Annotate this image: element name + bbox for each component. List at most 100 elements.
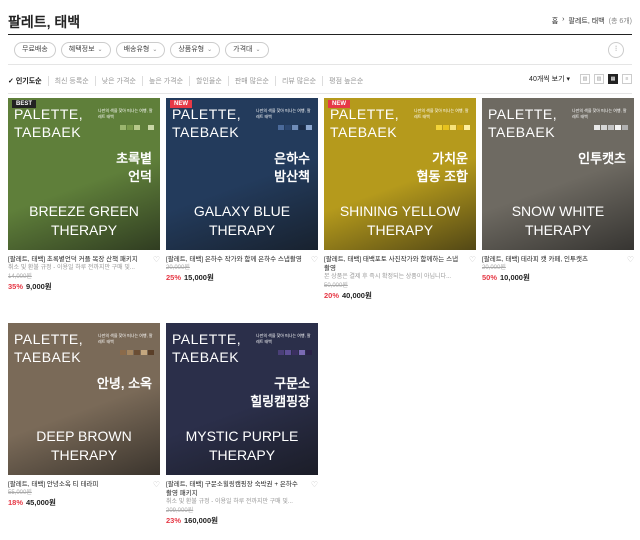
thumbnail-tagline: 나만의 색을 찾아 떠나는 여행, 팔레트 태백 [572,108,627,119]
product-thumbnail[interactable]: PALETTE, TAEBAEK 나만의 색을 찾아 떠나는 여행, 팔레트 태백… [166,323,318,475]
price-value: 45,000원 [26,498,56,507]
product-title[interactable]: [팔레트, 태백] 은하수 작가와 함께 은하수 스냅촬영 [166,255,318,264]
filter-free-shipping[interactable]: 무료배송 [14,42,56,58]
discount-rate: 50% [482,273,498,282]
filter-chips: 무료배송 혜택정보 ⌄ 배송유형 ⌄ 상품유형 ⌄ 가격대 ⌄ [14,42,269,58]
sort-bar: ✓ 인기도순 최신 등록순 낮은 가격순 높은 가격순 할인율순 판매 많은순 … [8,64,632,94]
product-info: [팔레트, 태백] 초록볕언덕 커플 목장 산책 패키지 취소 및 환불 규정 … [8,250,160,292]
original-price: 55,000원 [8,490,32,496]
thumbnail-korean-title: 가치운 협동 조합 [416,151,468,184]
thumbnail-tagline: 나만의 색을 찾아 떠나는 여행, 팔레트 태백 [414,108,469,119]
sort-high-price[interactable]: 높은 가격순 [141,76,189,86]
thumbnail-korean-title: 구문소 힐링캠핑장 [250,376,310,409]
color-swatches [436,125,470,130]
sort-sales[interactable]: 판매 많은순 [227,76,275,86]
product-description: 취소 및 환불 규정 - 이용일 하루 전까지만 구매 및... [8,265,135,271]
sort-discount[interactable]: 할인율순 [189,76,228,86]
sale-price: 50% 10,000원 [482,273,634,283]
product-title[interactable]: [팔레트, 태백] 안녕소옥 티 테라피 [8,480,160,489]
sort-options: ✓ 인기도순 최신 등록순 낮은 가격순 높은 가격순 할인율순 판매 많은순 … [8,76,369,86]
product-description: 취소 및 환불 규정 - 이용일 하루 전까지만 구매 및... [166,499,293,505]
thumbnail-tagline: 나만의 색을 찾아 떠나는 여행, 팔레트 태백 [256,108,311,119]
chevron-down-icon: ⌄ [152,47,158,53]
chip-label: 배송유형 [123,46,150,53]
heart-icon[interactable]: ♡ [311,255,318,264]
thumbnail-english-title: MYSTIC PURPLE THERAPY [185,428,299,463]
product-card[interactable]: BEST PALETTE, TAEBAEK 나만의 색을 찾아 떠나는 여행, 팔… [8,98,160,292]
swatch [306,350,312,355]
product-info: [팔레트, 태백] 은하수 작가와 함께 은하수 스냅촬영 20,000원 25… [166,250,318,283]
price-value: 10,000원 [500,273,530,282]
product-card[interactable]: PALETTE, TAEBAEK 나만의 색을 찾아 떠나는 여행, 팔레트 태백… [482,98,634,283]
chip-label: 혜택정보 [68,46,95,53]
thumbnail-tagline: 나만의 색을 찾아 떠나는 여행, 팔레트 태백 [256,333,311,344]
per-page-select[interactable]: 40개씩 보기 ▾ [529,74,570,84]
page-header: 팔레트, 태백 홈 › 팔레트, 태백 (총 6개) [8,8,632,32]
filter-product-type[interactable]: 상품유형 ⌄ [170,42,221,58]
swatch [306,125,312,130]
view-list-icon[interactable]: ≡ [622,74,632,84]
swatch [127,125,133,130]
filter-shipping-type[interactable]: 배송유형 ⌄ [115,42,166,58]
sort-reviews[interactable]: 리뷰 많은순 [274,76,322,86]
product-title[interactable]: [팔레트, 태백] 태백포토 사진작가와 함께하는 스냅촬영 [324,255,476,273]
swatch [134,125,140,130]
breadcrumb-count: (총 6개) [608,18,632,25]
swatch [457,125,463,130]
color-swatches [120,125,154,130]
heart-icon[interactable]: ♡ [469,255,476,264]
original-price: 14,000원 [8,274,32,280]
swatch [464,125,470,130]
product-thumbnail[interactable]: NEW PALETTE, TAEBAEK 나만의 색을 찾아 떠나는 여행, 팔레… [166,98,318,250]
price-value: 9,000원 [26,282,52,291]
product-info: [팔레트, 태백] 안녕소옥 티 테라피 55,000원 18% 45,000원 … [8,475,160,508]
heart-icon[interactable]: ♡ [153,255,160,264]
heart-icon[interactable]: ♡ [153,480,160,489]
product-card[interactable]: NEW PALETTE, TAEBAEK 나만의 색을 찾아 떠나는 여행, 팔레… [166,98,318,283]
sort-latest[interactable]: 최신 등록순 [47,76,95,86]
product-thumbnail[interactable]: PALETTE, TAEBAEK 나만의 색을 찾아 떠나는 여행, 팔레트 태백… [8,323,160,475]
heart-icon[interactable]: ♡ [627,255,634,264]
product-thumbnail[interactable]: PALETTE, TAEBAEK 나만의 색을 찾아 떠나는 여행, 팔레트 태백… [482,98,634,250]
sort-rating[interactable]: 평점 높은순 [322,76,369,86]
product-card[interactable]: NEW PALETTE, TAEBAEK 나만의 색을 찾아 떠나는 여행, 팔레… [324,98,476,301]
original-price: 50,000원 [324,283,348,289]
product-info: [팔레트, 태백] 테라피 캣 카페, 인투캣츠 20,000원 50% 10,0… [482,250,634,283]
color-swatches [278,125,312,130]
thumbnail-english-title: BREEZE GREEN THERAPY [29,203,139,238]
chip-label: 상품유형 [178,46,205,53]
thumbnail-korean-title: 안녕, 소옥 [96,376,152,391]
sale-price: 18% 45,000원 [8,498,160,508]
view-2col-icon[interactable]: ▥ [580,74,590,84]
thumbnail-english-title: GALAXY BLUE THERAPY [193,203,291,238]
discount-rate: 18% [8,498,24,507]
thumbnail-english-title: DEEP BROWN THERAPY [36,428,132,463]
breadcrumb: 홈 › 팔레트, 태백 (총 6개) [552,16,632,26]
product-description: 본 상품은 결제 후 즉시 확정되는 상품이 아닙니다... [324,274,452,280]
product-thumbnail[interactable]: NEW PALETTE, TAEBAEK 나만의 색을 찾아 떠나는 여행, 팔레… [324,98,476,250]
swatch [615,125,621,130]
sale-price: 35% 9,000원 [8,282,160,292]
product-title[interactable]: [팔레트, 태백] 구문소힐링캠핑장 숙박권 + 은하수 촬영 패키지 [166,480,318,498]
filter-benefits[interactable]: 혜택정보 ⌄ [60,42,111,58]
product-card[interactable]: PALETTE, TAEBAEK 나만의 색을 찾아 떠나는 여행, 팔레트 태백… [166,323,318,526]
product-title[interactable]: [팔레트, 태백] 테라피 캣 카페, 인투캣츠 [482,255,634,264]
sort-popular[interactable]: ✓ 인기도순 [8,76,48,86]
sliders-icon[interactable]: ⫶ [608,42,624,58]
sort-low-price[interactable]: 낮은 가격순 [94,76,142,86]
swatch [594,125,600,130]
original-price: 20,000원 [166,265,190,271]
thumbnail-brand: PALETTE, TAEBAEK [488,106,558,140]
view-3col-icon[interactable]: ▥ [594,74,604,84]
product-thumbnail[interactable]: BEST PALETTE, TAEBAEK 나만의 색을 찾아 떠나는 여행, 팔… [8,98,160,250]
thumbnail-korean-title: 은하수 밤산책 [274,151,310,184]
original-price: 209,000원 [166,508,194,514]
product-card[interactable]: PALETTE, TAEBAEK 나만의 색을 찾아 떠나는 여행, 팔레트 태백… [8,323,160,508]
product-title[interactable]: [팔레트, 태백] 초록볕언덕 커플 목장 산책 패키지 [8,255,160,264]
breadcrumb-home[interactable]: 홈 [552,16,558,26]
thumbnail-korean-title: 초록볕 언덕 [116,151,152,184]
thumbnail-brand: PALETTE, TAEBAEK [172,331,242,365]
filter-price-range[interactable]: 가격대 ⌄ [225,42,269,58]
heart-icon[interactable]: ♡ [311,480,318,489]
view-4col-icon[interactable]: ▦ [608,74,618,84]
